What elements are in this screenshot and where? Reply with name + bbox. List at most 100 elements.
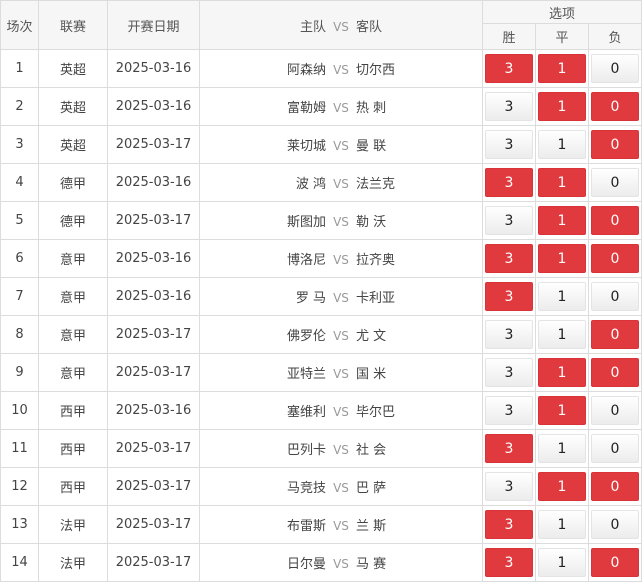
win-option-button[interactable]: 3 xyxy=(485,510,533,539)
league-name: 英超 xyxy=(38,125,108,164)
win-option-button[interactable]: 3 xyxy=(485,282,533,311)
match-number: 7 xyxy=(0,277,39,316)
league-name: 西甲 xyxy=(38,467,108,506)
win-cell: 3 xyxy=(482,87,536,126)
win-option-button[interactable]: 3 xyxy=(485,54,533,83)
match-row: 6 意甲 2025-03-16 博洛尼 VS 拉齐奥 3 1 0 xyxy=(0,239,642,278)
lose-option-button[interactable]: 0 xyxy=(591,92,640,121)
win-option-button[interactable]: 3 xyxy=(485,130,533,159)
draw-cell: 1 xyxy=(535,353,589,392)
draw-option-button[interactable]: 1 xyxy=(538,434,586,463)
win-option-button[interactable]: 3 xyxy=(485,168,533,197)
draw-option-button[interactable]: 1 xyxy=(538,472,586,501)
lose-option-button[interactable]: 0 xyxy=(591,168,640,197)
away-team: 拉齐奥 xyxy=(356,253,396,268)
win-option-button[interactable]: 3 xyxy=(485,244,533,273)
win-option-button[interactable]: 3 xyxy=(485,396,533,425)
table-header: 场次 联赛 开赛日期 主队 VS 客队 选项 胜 平 负 xyxy=(0,0,642,50)
draw-option-button[interactable]: 1 xyxy=(538,92,586,121)
lose-option-button[interactable]: 0 xyxy=(591,434,640,463)
match-number: 10 xyxy=(0,391,39,430)
lose-cell: 0 xyxy=(587,391,642,430)
home-team: 罗 马 xyxy=(295,291,326,306)
draw-option-button[interactable]: 1 xyxy=(538,206,586,235)
match-number: 2 xyxy=(0,87,39,126)
lose-cell: 0 xyxy=(587,201,642,240)
win-cell: 3 xyxy=(482,467,536,506)
match-number: 13 xyxy=(0,505,39,544)
lose-option-button[interactable]: 0 xyxy=(591,320,640,349)
header-away: 客队 xyxy=(356,19,383,35)
draw-option-button[interactable]: 1 xyxy=(538,244,586,273)
win-cell: 3 xyxy=(482,201,536,240)
win-option-button[interactable]: 3 xyxy=(485,358,533,387)
lose-option-button[interactable]: 0 xyxy=(591,282,640,311)
lose-option-button[interactable]: 0 xyxy=(591,206,640,235)
draw-option-button[interactable]: 1 xyxy=(538,320,586,349)
match-teams: 莱切城 VS 曼 联 xyxy=(199,125,483,164)
win-option-button[interactable]: 3 xyxy=(485,434,533,463)
draw-option-button[interactable]: 1 xyxy=(538,130,586,159)
win-option-button[interactable]: 3 xyxy=(485,320,533,349)
draw-option-button[interactable]: 1 xyxy=(538,282,586,311)
vs-label: VS xyxy=(333,519,349,533)
draw-option-button[interactable]: 1 xyxy=(538,548,586,577)
league-name: 德甲 xyxy=(38,201,108,240)
vs-label: VS xyxy=(333,481,349,495)
vs-label: VS xyxy=(333,443,349,457)
match-number: 11 xyxy=(0,429,39,468)
lose-option-button[interactable]: 0 xyxy=(591,54,640,83)
match-row: 1 英超 2025-03-16 阿森纳 VS 切尔西 3 1 0 xyxy=(0,49,642,88)
home-team: 富勒姆 xyxy=(286,101,326,116)
match-teams: 波 鸿 VS 法兰克 xyxy=(199,163,483,202)
match-teams: 日尔曼 VS 马 赛 xyxy=(199,543,483,582)
league-name: 英超 xyxy=(38,49,108,88)
home-team: 布雷斯 xyxy=(286,519,326,534)
draw-option-button[interactable]: 1 xyxy=(538,396,586,425)
home-team: 巴列卡 xyxy=(286,443,326,458)
match-date: 2025-03-17 xyxy=(107,543,200,582)
match-teams: 佛罗伦 VS 尤 文 xyxy=(199,315,483,354)
match-date: 2025-03-16 xyxy=(107,87,200,126)
lose-option-button[interactable]: 0 xyxy=(591,358,640,387)
win-option-button[interactable]: 3 xyxy=(485,206,533,235)
win-option-button[interactable]: 3 xyxy=(485,92,533,121)
league-name: 意甲 xyxy=(38,315,108,354)
win-cell: 3 xyxy=(482,239,536,278)
draw-cell: 1 xyxy=(535,87,589,126)
lose-option-button[interactable]: 0 xyxy=(591,396,640,425)
draw-option-button[interactable]: 1 xyxy=(538,168,586,197)
lose-option-button[interactable]: 0 xyxy=(591,548,640,577)
lottery-table-container: 场次 联赛 开赛日期 主队 VS 客队 选项 胜 平 负 1 英超 2025-03-… xyxy=(0,0,642,582)
draw-cell: 1 xyxy=(535,543,589,582)
draw-option-button[interactable]: 1 xyxy=(538,54,586,83)
match-row: 2 英超 2025-03-16 富勒姆 VS 热 刺 3 1 0 xyxy=(0,87,642,126)
win-cell: 3 xyxy=(482,125,536,164)
header-round: 场次 xyxy=(0,0,39,50)
match-selection-table: 场次 联赛 开赛日期 主队 VS 客队 选项 胜 平 负 1 英超 2025-03-… xyxy=(0,0,642,582)
header-win: 胜 xyxy=(482,23,536,50)
win-cell: 3 xyxy=(482,163,536,202)
match-number: 14 xyxy=(0,543,39,582)
draw-cell: 1 xyxy=(535,277,589,316)
lose-option-button[interactable]: 0 xyxy=(591,130,640,159)
draw-option-button[interactable]: 1 xyxy=(538,358,586,387)
lose-option-button[interactable]: 0 xyxy=(591,472,640,501)
lose-option-button[interactable]: 0 xyxy=(591,510,640,539)
match-date: 2025-03-17 xyxy=(107,125,200,164)
win-option-button[interactable]: 3 xyxy=(485,548,533,577)
win-option-button[interactable]: 3 xyxy=(485,472,533,501)
match-row: 5 德甲 2025-03-17 斯图加 VS 勒 沃 3 1 0 xyxy=(0,201,642,240)
away-team: 巴 萨 xyxy=(356,481,387,496)
lose-cell: 0 xyxy=(587,277,642,316)
match-date: 2025-03-17 xyxy=(107,505,200,544)
lose-cell: 0 xyxy=(587,467,642,506)
lose-option-button[interactable]: 0 xyxy=(591,244,640,273)
vs-label: VS xyxy=(333,139,349,153)
away-team: 法兰克 xyxy=(356,177,396,192)
header-date: 开赛日期 xyxy=(107,0,200,50)
league-name: 法甲 xyxy=(38,543,108,582)
draw-option-button[interactable]: 1 xyxy=(538,510,586,539)
match-teams: 富勒姆 VS 热 刺 xyxy=(199,87,483,126)
match-date: 2025-03-16 xyxy=(107,49,200,88)
